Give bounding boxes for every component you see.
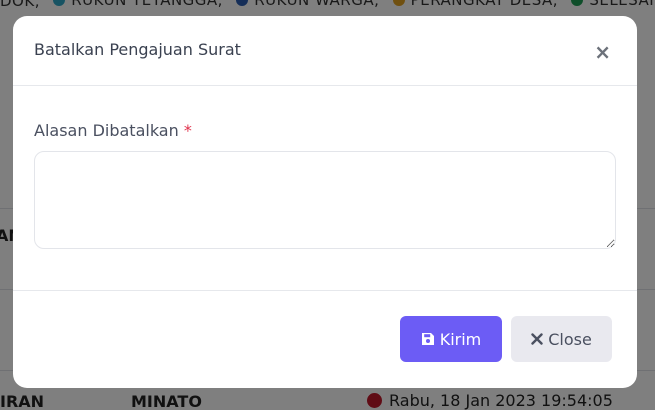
save-icon [421,332,435,346]
close-label: Close [548,329,592,349]
close-icon [531,333,543,345]
modal-header: Batalkan Pengajuan Surat × [13,16,637,86]
close-button[interactable]: Close [511,316,612,362]
modal-body: Alasan Dibatalkan * [13,86,637,291]
modal-title: Batalkan Pengajuan Surat [34,40,241,59]
field-label: Alasan Dibatalkan * [34,121,192,140]
cancel-reason-textarea[interactable] [34,151,616,249]
submit-button[interactable]: Kirim [400,316,502,362]
submit-label: Kirim [439,329,482,349]
required-mark: * [183,121,192,140]
reason-label: Alasan Dibatalkan [34,121,179,140]
close-icon[interactable]: × [594,42,611,62]
cancel-request-modal: Batalkan Pengajuan Surat × Alasan Dibata… [13,16,637,388]
